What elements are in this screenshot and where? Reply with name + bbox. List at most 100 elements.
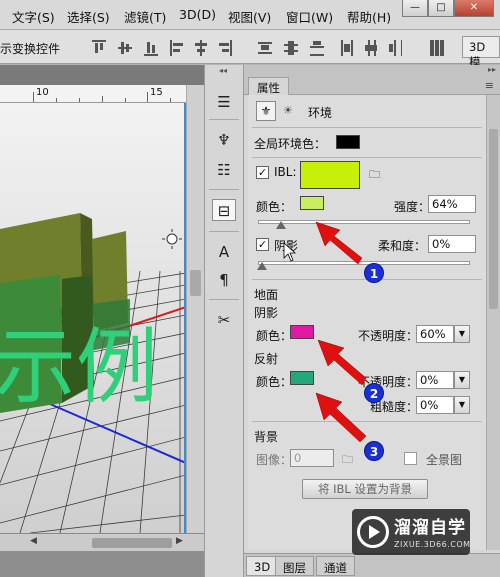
ruler-tick — [170, 98, 171, 102]
scrollbar-thumb[interactable] — [190, 270, 201, 296]
menu-help[interactable]: 帮助(H) — [347, 7, 391, 26]
annotation-badge-3: 3 — [364, 441, 384, 461]
ibl-color-swatch[interactable] — [300, 196, 324, 210]
watermark: 溜溜自学 ZIXUE.3D66.COM — [352, 509, 470, 555]
sliders-icon[interactable]: ☷ — [212, 159, 236, 181]
scroll-right-arrow-icon[interactable]: ▶ — [176, 536, 183, 546]
global-ambient-swatch[interactable] — [336, 135, 360, 149]
chevron-down-icon[interactable]: ▼ — [454, 371, 470, 389]
ground-section-label: 地面 — [254, 288, 279, 302]
window-controls: — □ ✕ — [402, 0, 494, 18]
canvas-3d-scene: 示例 — [0, 103, 184, 533]
scrollbar-thumb[interactable] — [489, 129, 498, 309]
reflection-opacity-input[interactable]: 0% — [416, 371, 454, 389]
distribute-bottom-icon[interactable] — [310, 40, 324, 56]
ibl-texture-swatch[interactable] — [300, 161, 360, 189]
panel-body: ⚜ ☀ 环境 全局环境色： ✓ IBL: 🗀 颜色： 强度： 64% ✓ 阴影 … — [248, 95, 486, 550]
scrollbar-thumb[interactable] — [92, 538, 172, 548]
softness-slider-thumb[interactable] — [257, 262, 267, 270]
ruler-tick — [33, 92, 34, 102]
3d-mode-label[interactable]: 3D 模 — [462, 36, 500, 69]
environment-icon[interactable]: ⚜ — [256, 101, 276, 121]
annotation-badge-1: 1 — [364, 263, 384, 283]
watermark-title: 溜溜自学 — [394, 518, 466, 538]
align-hcenter-icon[interactable] — [194, 40, 208, 56]
paragraph-icon[interactable]: ¶ — [212, 269, 236, 291]
ground-shadow-opacity-input[interactable]: 60% — [416, 325, 454, 343]
panel-menu-icon[interactable]: ≡ — [485, 79, 494, 92]
watermark-logo-icon — [357, 516, 389, 548]
menu-window[interactable]: 窗口(W) — [286, 7, 333, 26]
divider — [209, 231, 239, 232]
distribute-right-icon[interactable] — [388, 40, 402, 56]
strength-slider[interactable] — [258, 220, 470, 224]
set-ibl-background-button[interactable]: 将 IBL 设置为背景 — [302, 479, 428, 499]
vertical-scrollbar[interactable] — [186, 85, 204, 535]
tab-3d[interactable]: 3D — [246, 556, 279, 576]
properties-icon[interactable]: ⊟ — [212, 199, 236, 221]
global-ambient-label: 全局环境色： — [254, 137, 327, 151]
tab-channels[interactable]: 通道 — [316, 556, 355, 576]
reflection-color-swatch[interactable] — [290, 371, 314, 385]
ground-shadow-opacity-label: 不透明度： — [358, 329, 419, 343]
minimize-button[interactable]: — — [402, 0, 428, 17]
softness-slider[interactable] — [258, 261, 470, 265]
ibl-checkbox[interactable]: ✓ — [256, 166, 269, 179]
light-icon[interactable]: ☀ — [283, 104, 293, 117]
character-icon[interactable]: A — [212, 241, 236, 263]
ruler-tick — [79, 98, 80, 102]
softness-input[interactable]: 0% — [428, 235, 476, 253]
folder-icon[interactable]: 🗀 — [369, 166, 380, 185]
align-left-icon[interactable] — [170, 40, 184, 56]
roughness-input[interactable]: 0% — [416, 396, 454, 414]
image-input[interactable]: 0 — [290, 449, 334, 467]
horizontal-scrollbar[interactable]: ◀ ▶ — [0, 533, 204, 551]
distribute-hcenter-icon[interactable] — [364, 40, 378, 56]
panel-scrollbar[interactable] — [486, 95, 500, 550]
reflection-color-label: 颜色： — [256, 375, 293, 389]
folder-icon[interactable]: 🗀 — [342, 451, 353, 470]
panel-top-strip: ▸▸ — [244, 65, 500, 77]
layers-3d-icon[interactable]: ☰ — [212, 91, 236, 113]
annotation-badge-2: 2 — [364, 383, 384, 403]
document-tab-strip — [0, 65, 204, 85]
align-top-icon[interactable] — [92, 40, 106, 56]
tools-icon[interactable]: ✂ — [212, 309, 236, 331]
tab-properties[interactable]: 属性 — [248, 77, 289, 95]
menu-text[interactable]: 文字(S) — [12, 7, 55, 26]
panorama-checkbox[interactable] — [404, 452, 417, 465]
ruler-tick — [56, 98, 57, 102]
collapse-icon[interactable]: ◂◂ — [219, 66, 227, 75]
panel-icon-strip: ◂◂ ☰ ♆ ☷ ⊟ A ¶ ✂ — [204, 65, 244, 577]
show-transform-controls-label[interactable]: 示变换控件 — [0, 40, 60, 57]
align-bottom-icon[interactable] — [144, 40, 158, 56]
ibl-color-label: 颜色： — [256, 200, 293, 214]
menu-select[interactable]: 选择(S) — [67, 7, 110, 26]
menu-filter[interactable]: 滤镜(T) — [124, 7, 166, 26]
menu-3d[interactable]: 3D(D) — [179, 7, 216, 22]
canvas-3d-view[interactable]: 示例 — [0, 103, 186, 533]
menu-view[interactable]: 视图(V) — [228, 7, 271, 26]
auto-align-icon[interactable] — [430, 40, 444, 56]
panorama-label: 全景图 — [426, 453, 463, 467]
close-button[interactable]: ✕ — [454, 0, 494, 17]
align-vcenter-icon[interactable] — [118, 40, 132, 56]
strength-slider-thumb[interactable] — [276, 221, 286, 229]
maximize-button[interactable]: □ — [428, 0, 454, 17]
chevron-down-icon[interactable]: ▼ — [454, 325, 470, 343]
distribute-left-icon[interactable] — [340, 40, 354, 56]
shadow-checkbox[interactable]: ✓ — [256, 238, 269, 251]
distribute-top-icon[interactable] — [258, 40, 272, 56]
scroll-left-arrow-icon[interactable]: ◀ — [30, 536, 37, 546]
tab-layers[interactable]: 图层 — [275, 556, 314, 576]
reflection-label: 反射 — [254, 352, 279, 366]
chevron-down-icon[interactable]: ▼ — [454, 396, 470, 414]
divider — [252, 127, 482, 128]
ground-shadow-color-swatch[interactable] — [290, 325, 314, 339]
brush-icon[interactable]: ♆ — [212, 129, 236, 151]
align-right-icon[interactable] — [218, 40, 232, 56]
distribute-vcenter-icon[interactable] — [284, 40, 298, 56]
strength-input[interactable]: 64% — [428, 195, 476, 213]
panel-collapse-icon[interactable]: ▸▸ — [488, 65, 496, 74]
panel-tabbar: 属性 ≡ — [244, 77, 500, 95]
